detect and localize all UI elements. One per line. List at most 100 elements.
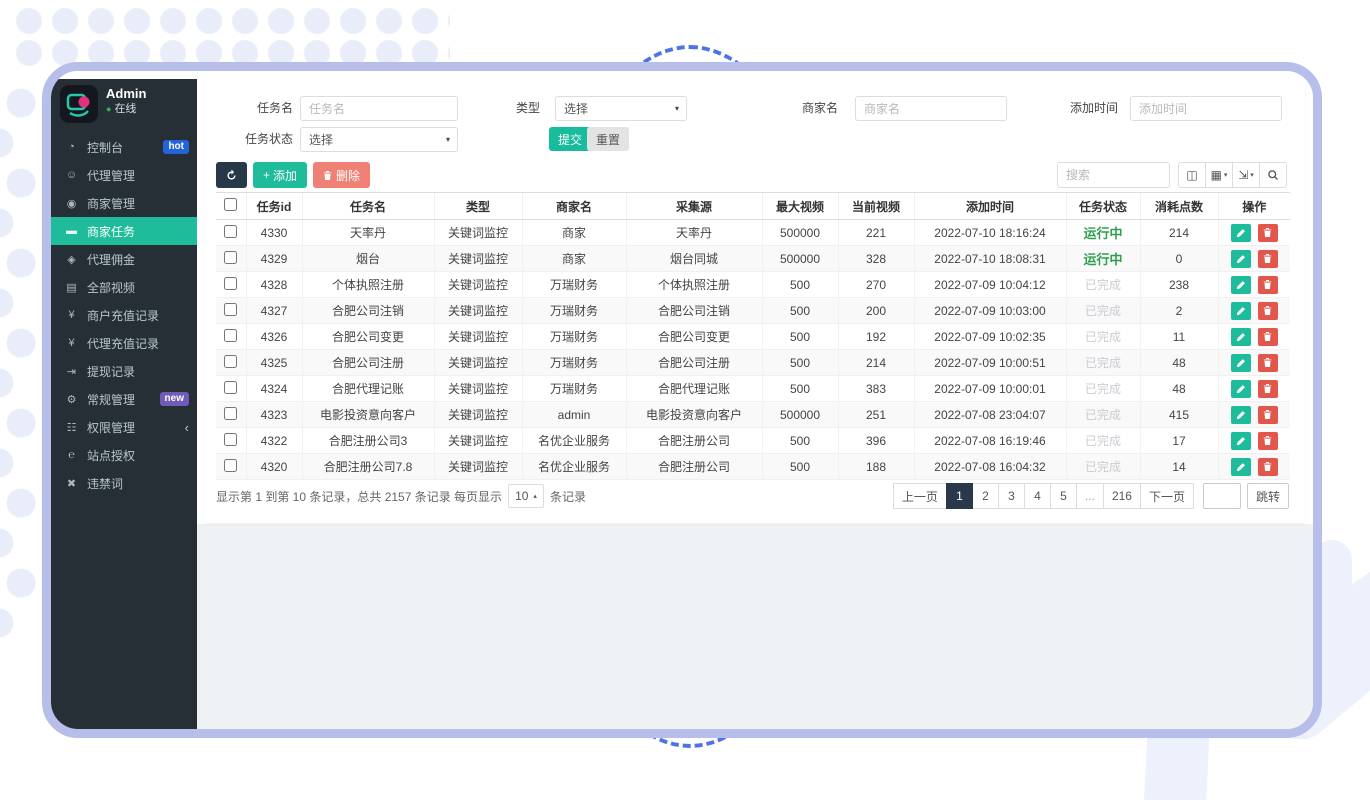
delete-button[interactable]: 删除	[313, 162, 370, 188]
column-header[interactable]: 消耗点数	[1140, 193, 1218, 220]
row-delete-button[interactable]	[1258, 302, 1278, 320]
cell-task-id: 4322	[246, 428, 302, 454]
page-size-select[interactable]: 10 ▴	[508, 484, 544, 508]
trash-icon	[1263, 409, 1272, 420]
row-checkbox[interactable]	[224, 225, 237, 238]
sidebar-item-label: 代理管理	[87, 167, 135, 184]
column-header[interactable]: 类型	[434, 193, 522, 220]
row-edit-button[interactable]	[1231, 250, 1251, 268]
page-button[interactable]: ...	[1076, 483, 1104, 509]
sidebar-item[interactable]: ¥ 商户充值记录	[51, 301, 197, 329]
column-header[interactable]: 最大视频	[762, 193, 838, 220]
cell-current-videos: 200	[838, 298, 914, 324]
submit-button[interactable]: 提交	[549, 127, 591, 151]
trash-icon	[1263, 331, 1272, 342]
sidebar-item[interactable]: ◈ 代理佣金	[51, 245, 197, 273]
page-button[interactable]: 上一页	[893, 483, 947, 509]
jump-page-input[interactable]	[1203, 483, 1241, 509]
sidebar-item[interactable]: ◉ 商家管理	[51, 189, 197, 217]
cell-actions	[1218, 454, 1290, 480]
column-header[interactable]: 任务id	[246, 193, 302, 220]
row-edit-button[interactable]	[1231, 406, 1251, 424]
row-delete-button[interactable]	[1258, 354, 1278, 372]
row-edit-button[interactable]	[1231, 276, 1251, 294]
row-checkbox[interactable]	[224, 303, 237, 316]
sidebar-item-icon: ◈	[63, 253, 80, 266]
page-button[interactable]: 3	[998, 483, 1025, 509]
select-all-checkbox[interactable]	[224, 198, 237, 211]
task-status-select[interactable]: 选择 ▾	[300, 127, 458, 152]
column-header[interactable]: 商家名	[522, 193, 626, 220]
columns-icon: ▦	[1211, 168, 1222, 182]
column-header[interactable]: 操作	[1218, 193, 1290, 220]
page-button[interactable]: 4	[1024, 483, 1051, 509]
row-checkbox[interactable]	[224, 459, 237, 472]
toggle-view-button[interactable]: ◫	[1178, 162, 1206, 188]
sidebar-item[interactable]: ▤ 全部视频	[51, 273, 197, 301]
row-edit-button[interactable]	[1231, 432, 1251, 450]
cell-task-id: 4329	[246, 246, 302, 272]
sidebar-item[interactable]: ◔ 控制台 hot	[51, 133, 197, 161]
row-checkbox[interactable]	[224, 433, 237, 446]
row-checkbox[interactable]	[224, 329, 237, 342]
page-button[interactable]: 5	[1050, 483, 1077, 509]
type-select[interactable]: 选择 ▾	[555, 96, 687, 121]
sidebar-item[interactable]: ¥ 代理充值记录	[51, 329, 197, 357]
sidebar-item[interactable]: ⇥ 提现记录	[51, 357, 197, 385]
row-delete-button[interactable]	[1258, 328, 1278, 346]
reset-button[interactable]: 重置	[587, 127, 629, 151]
row-edit-button[interactable]	[1231, 224, 1251, 242]
jump-button[interactable]: 跳转	[1247, 483, 1289, 509]
page-button[interactable]: 216	[1103, 483, 1141, 509]
column-header[interactable]: 任务名	[302, 193, 434, 220]
sidebar-item[interactable]: ☷ 权限管理 ‹	[51, 413, 197, 441]
task-name-input[interactable]	[300, 96, 458, 121]
refresh-button[interactable]	[216, 162, 247, 188]
row-delete-button[interactable]	[1258, 224, 1278, 242]
page-button[interactable]: 1	[946, 483, 973, 509]
row-checkbox[interactable]	[224, 355, 237, 368]
row-delete-button[interactable]	[1258, 250, 1278, 268]
column-header[interactable]: 采集源	[626, 193, 762, 220]
row-delete-button[interactable]	[1258, 276, 1278, 294]
sidebar-item[interactable]: ▬ 商家任务	[51, 217, 197, 245]
row-checkbox[interactable]	[224, 251, 237, 264]
page-button[interactable]: 2	[972, 483, 999, 509]
column-header[interactable]: 添加时间	[914, 193, 1066, 220]
trash-icon	[1263, 461, 1272, 472]
add-button[interactable]: +添加	[253, 162, 307, 188]
merchant-label: 商家名	[773, 101, 838, 116]
add-time-input[interactable]	[1130, 96, 1282, 121]
merchant-input[interactable]	[855, 96, 1007, 121]
cell-add-time: 2022-07-09 10:04:12	[914, 272, 1066, 298]
search-input[interactable]	[1057, 162, 1170, 188]
row-delete-button[interactable]	[1258, 406, 1278, 424]
row-edit-button[interactable]	[1231, 302, 1251, 320]
trash-icon	[1263, 279, 1272, 290]
column-header[interactable]: 当前视频	[838, 193, 914, 220]
page-button[interactable]: 下一页	[1140, 483, 1194, 509]
row-edit-button[interactable]	[1231, 380, 1251, 398]
row-delete-button[interactable]	[1258, 380, 1278, 398]
sidebar-item[interactable]: ⚙ 常规管理 new	[51, 385, 197, 413]
row-delete-button[interactable]	[1258, 458, 1278, 476]
row-checkbox[interactable]	[224, 277, 237, 290]
row-edit-button[interactable]	[1231, 328, 1251, 346]
sidebar-item[interactable]: ✖ 违禁词	[51, 469, 197, 497]
row-checkbox[interactable]	[224, 381, 237, 394]
sidebar-item[interactable]: ☺ 代理管理	[51, 161, 197, 189]
row-delete-button[interactable]	[1258, 432, 1278, 450]
user-name: Admin	[106, 86, 146, 102]
row-checkbox[interactable]	[224, 407, 237, 420]
columns-button[interactable]: ▦▾	[1205, 162, 1233, 188]
add-button-label: 添加	[273, 167, 297, 184]
cell-max-videos: 500	[762, 350, 838, 376]
sidebar-item[interactable]: ℮ 站点授权	[51, 441, 197, 469]
table-search-button[interactable]	[1259, 162, 1287, 188]
export-button[interactable]: ⇲▾	[1232, 162, 1260, 188]
cell-source: 烟台同城	[626, 246, 762, 272]
column-header[interactable]: 任务状态	[1066, 193, 1140, 220]
row-edit-button[interactable]	[1231, 354, 1251, 372]
cell-status: 已完成	[1066, 350, 1140, 376]
row-edit-button[interactable]	[1231, 458, 1251, 476]
